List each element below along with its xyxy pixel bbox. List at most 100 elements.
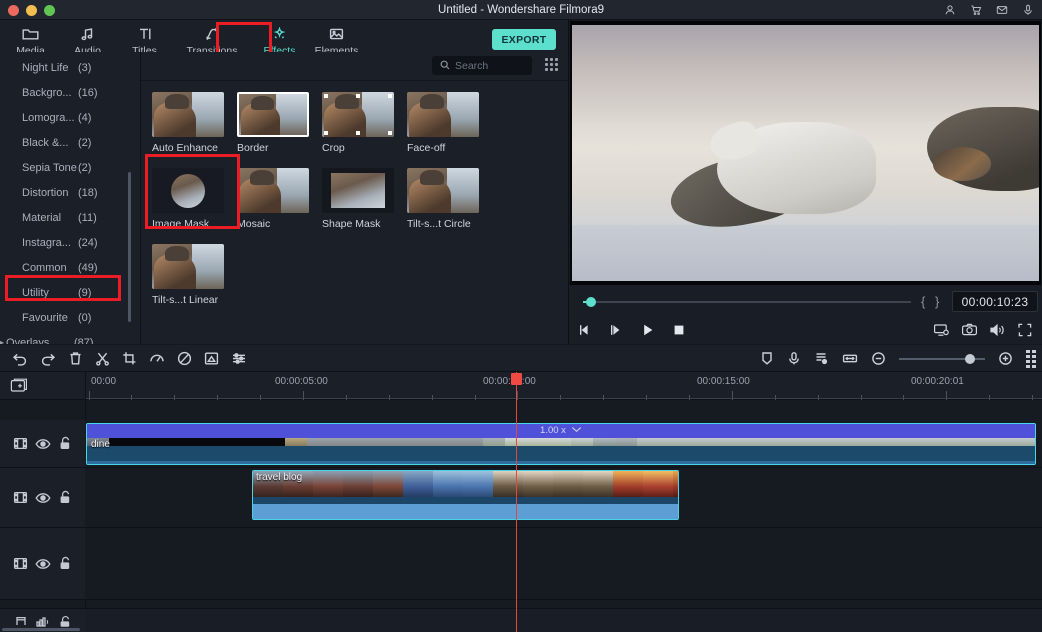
- seal-shape: [706, 117, 876, 215]
- effect-thumbnail: [237, 168, 309, 213]
- ruler-label: 00:00:20:01: [911, 376, 964, 387]
- undo-icon[interactable]: [12, 351, 28, 366]
- render-preview-icon[interactable]: [1026, 349, 1036, 368]
- effect-label: Face-off: [407, 142, 446, 154]
- stop-icon[interactable]: [671, 322, 687, 343]
- category-name: Overlays: [6, 336, 50, 345]
- effect-item-border[interactable]: Border: [237, 92, 316, 154]
- category-item[interactable]: Common (49): [0, 255, 140, 280]
- effects-category-list[interactable]: Night Life (3) Backgro... (16) Lomogra..…: [0, 52, 140, 344]
- effect-thumbnail: [152, 168, 224, 213]
- category-item[interactable]: Black &... (2): [0, 130, 140, 155]
- color-icon[interactable]: [177, 351, 192, 366]
- track-body[interactable]: [85, 528, 1042, 599]
- eye-visible-icon[interactable]: [35, 437, 51, 451]
- category-item[interactable]: Favourite (0): [0, 305, 140, 330]
- speed-icon[interactable]: [149, 351, 165, 366]
- cart-icon[interactable]: [970, 4, 982, 16]
- fullscreen-icon[interactable]: [1017, 322, 1033, 343]
- fit-timeline-icon[interactable]: [842, 351, 858, 366]
- timeline-zoom-slider[interactable]: [899, 353, 985, 364]
- category-group-overlays[interactable]: ▸ Overlays (87): [0, 330, 140, 345]
- effect-item-face-off[interactable]: Face-off: [407, 92, 486, 154]
- timeline-horizontal-scrollbar[interactable]: [2, 628, 80, 631]
- category-item[interactable]: Material (11): [0, 205, 140, 230]
- playback-progress-bar[interactable]: [583, 301, 911, 303]
- track-body[interactable]: travel blog: [85, 468, 1042, 527]
- camera-icon[interactable]: [961, 322, 978, 343]
- mark-out-button[interactable]: }: [935, 294, 939, 309]
- monitor-gear-icon[interactable]: [933, 322, 950, 343]
- mail-icon[interactable]: [996, 4, 1008, 16]
- category-scrollbar[interactable]: [128, 172, 131, 322]
- category-item[interactable]: Night Life (3): [0, 55, 140, 80]
- track-filmstrip-icon[interactable]: [13, 436, 28, 451]
- effect-item-auto-enhance[interactable]: Auto Enhance: [152, 92, 231, 154]
- chevron-down-icon[interactable]: [571, 424, 582, 438]
- auto-captions-icon[interactable]: [814, 351, 829, 366]
- unlock-icon[interactable]: [58, 436, 72, 451]
- track-header: [0, 528, 85, 599]
- track-filmstrip-icon[interactable]: [13, 490, 28, 505]
- effect-item-tilt-shift-circle[interactable]: Tilt-s...t Circle: [407, 168, 486, 230]
- clip-title: dine: [91, 439, 110, 450]
- category-item[interactable]: Distortion (18): [0, 180, 140, 205]
- track-body[interactable]: 1.00 x dine: [85, 420, 1042, 467]
- delete-icon[interactable]: [68, 351, 83, 366]
- add-media-icon[interactable]: [8, 376, 30, 396]
- video-preview[interactable]: [570, 21, 1041, 285]
- mark-in-button[interactable]: {: [921, 294, 925, 309]
- next-frame-icon[interactable]: [608, 322, 624, 343]
- audio-level-icon[interactable]: [35, 614, 51, 628]
- category-count: (2): [78, 161, 92, 174]
- category-name: Sepia Tone: [22, 161, 77, 174]
- chevron-right-icon: ▸: [0, 338, 5, 344]
- category-item[interactable]: Lomogra... (4): [0, 105, 140, 130]
- crop-icon[interactable]: [122, 351, 137, 366]
- audio-unlock-icon[interactable]: [58, 614, 72, 628]
- preview-timecode[interactable]: 00:00:10:23: [952, 291, 1038, 312]
- timeline-clip-travel-blog[interactable]: travel blog: [252, 470, 679, 520]
- speaker-icon[interactable]: [989, 322, 1006, 343]
- eye-visible-icon[interactable]: [35, 491, 51, 505]
- effect-item-crop[interactable]: Crop: [322, 92, 401, 154]
- timeline-ruler[interactable]: 00:00 00:00:05:00 00:00:10:00 00:00:15:0…: [0, 372, 1042, 400]
- zoom-in-icon[interactable]: [998, 351, 1013, 366]
- split-scissors-icon[interactable]: [95, 351, 110, 366]
- track-filmstrip-icon[interactable]: [13, 556, 28, 571]
- zoom-out-icon[interactable]: [871, 351, 886, 366]
- playhead-handle[interactable]: [586, 297, 596, 307]
- effect-item-shape-mask[interactable]: Shape Mask: [322, 168, 401, 230]
- effect-label: Tilt-s...t Circle: [407, 218, 471, 230]
- zoom-slider-handle[interactable]: [965, 353, 975, 364]
- category-item[interactable]: Instagra... (24): [0, 230, 140, 255]
- effect-item-mosaic[interactable]: Mosaic: [237, 168, 316, 230]
- notify-icon[interactable]: [1022, 4, 1034, 16]
- effect-label: Image Mask: [152, 218, 210, 230]
- account-icon[interactable]: [944, 4, 956, 16]
- audio-track-body[interactable]: [85, 609, 1042, 632]
- green-screen-icon[interactable]: [204, 351, 219, 366]
- audio-mixer-icon[interactable]: [231, 351, 247, 366]
- category-item-utility[interactable]: Utility (9): [0, 280, 140, 305]
- eye-visible-icon[interactable]: [35, 557, 51, 571]
- audio-clip-icon[interactable]: [14, 614, 28, 628]
- prev-frame-icon[interactable]: [577, 322, 593, 343]
- effect-label: Border: [237, 142, 269, 154]
- effect-item-tilt-shift-linear[interactable]: Tilt-s...t Linear: [152, 244, 231, 306]
- timeline-clip-dine[interactable]: 1.00 x dine: [86, 423, 1036, 465]
- clip-speed-tag[interactable]: 1.00 x: [540, 424, 582, 438]
- category-item[interactable]: Sepia Tone (2): [0, 155, 140, 180]
- marker-icon[interactable]: [760, 351, 774, 366]
- search-input[interactable]: Search: [432, 56, 532, 75]
- unlock-icon[interactable]: [58, 490, 72, 505]
- effect-item-image-mask[interactable]: Image Mask: [152, 168, 231, 230]
- music-note-icon: [79, 26, 96, 43]
- grid-view-icon[interactable]: [545, 58, 560, 73]
- export-button[interactable]: EXPORT: [492, 29, 556, 50]
- redo-icon[interactable]: [40, 351, 56, 366]
- category-item[interactable]: Backgro... (16): [0, 80, 140, 105]
- play-icon[interactable]: [640, 322, 656, 343]
- voiceover-mic-icon[interactable]: [787, 351, 801, 366]
- unlock-icon[interactable]: [58, 556, 72, 571]
